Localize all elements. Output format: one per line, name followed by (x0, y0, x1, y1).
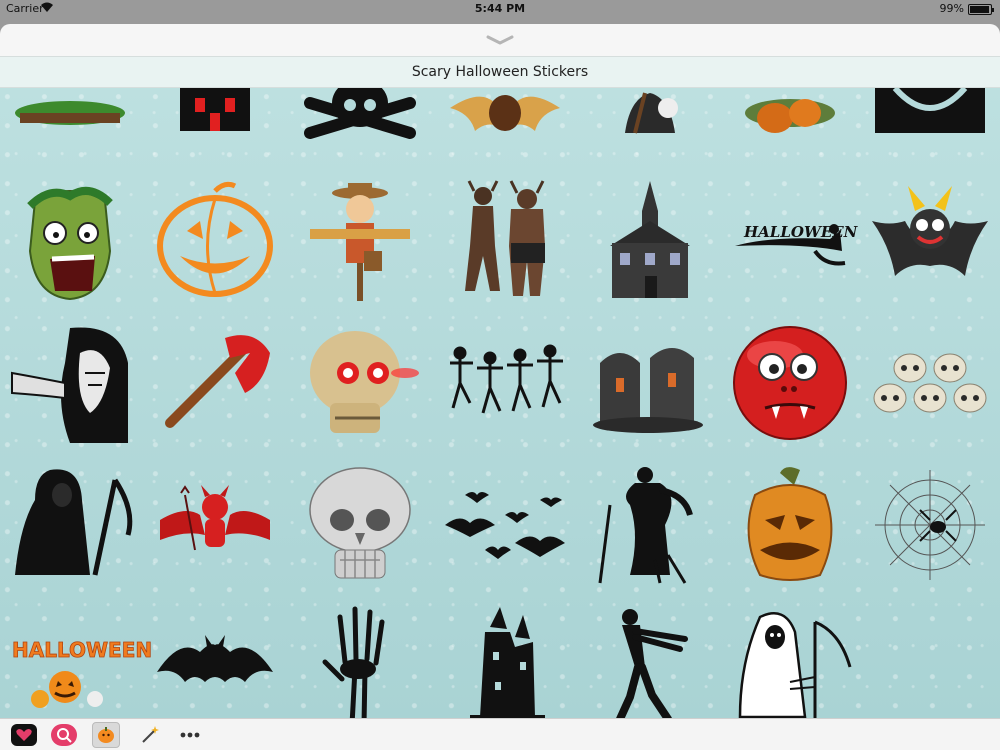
battery-percent: 99% (939, 2, 964, 15)
sticker-scarecrow[interactable] (295, 176, 425, 306)
battery-icon (968, 4, 994, 15)
haunted-house-icon (180, 88, 250, 131)
svg-text:HALLOWEEN: HALLOWEEN (743, 223, 859, 241)
cartoon-bat-icon (872, 186, 988, 276)
sticker-pumpkin-pile[interactable] (725, 88, 855, 138)
app-drawer-item-search[interactable] (50, 722, 78, 748)
app-drawer-item-more[interactable] (176, 722, 204, 748)
sticker-skull-crossbones[interactable] (295, 88, 425, 139)
happy-halloween-sign-icon: HALLOWEEN (12, 638, 153, 708)
ghoul-woman-icon (11, 327, 128, 443)
sticker-bat-silhouette[interactable] (150, 602, 280, 718)
tombstones-icon (593, 348, 703, 433)
sticker-grim-reaper[interactable] (5, 460, 135, 590)
sticker-reaper-sketch[interactable] (725, 602, 855, 718)
skull-crossbones-icon (304, 88, 416, 139)
sticker-red-devil[interactable] (150, 460, 280, 590)
sticker-black-cat[interactable] (865, 88, 995, 138)
reaper-sketch-icon (738, 612, 852, 718)
clock: 5:44 PM (474, 2, 526, 15)
angry-pumpkin-icon (747, 467, 833, 581)
sticker-axe[interactable] (150, 318, 280, 448)
skull-icon (309, 467, 411, 579)
pumpkin-pile-icon (745, 99, 835, 133)
scarecrow-icon (310, 183, 410, 301)
sticker-skull[interactable] (295, 460, 425, 590)
sticker-haunted-house[interactable] (150, 88, 280, 138)
zombie-silhouette-icon (598, 467, 693, 584)
pumpkin-icon (98, 727, 114, 743)
walking-zombie-icon (616, 609, 688, 718)
sticker-dancing-skeletons[interactable] (440, 318, 570, 448)
halloween-witch-banner-icon: HALLOWEEN (735, 223, 859, 266)
magic-wand-icon (142, 726, 159, 743)
bat-icon (450, 95, 560, 131)
sticker-ghoul-woman[interactable] (5, 318, 135, 448)
sticker-tombstones[interactable] (585, 318, 715, 448)
axe-icon (165, 335, 270, 428)
svg-text:HALLOWEEN: HALLOWEEN (12, 638, 152, 662)
red-devil-icon (160, 485, 270, 551)
haunted-house-icon (610, 181, 690, 298)
status-bar: Carrier 5:44 PM 99% (0, 0, 1000, 18)
sticker-angry-pumpkin[interactable] (725, 460, 855, 590)
spider-web-icon (875, 470, 985, 580)
sheet-title: Scary Halloween Stickers (0, 56, 1000, 88)
glowing-skull-icon (310, 331, 419, 433)
sticker-witch[interactable] (585, 88, 715, 138)
haunted-castle-icon (470, 607, 545, 718)
sticker-zombie-head[interactable] (5, 176, 135, 306)
bats-icon (445, 492, 565, 559)
sticker-sheet: Scary Halloween Stickers HALLOWEEN HALLO… (0, 24, 1000, 750)
more-icon (180, 732, 200, 738)
app-drawer-item-wand[interactable] (136, 722, 164, 748)
app-drawer-item-heart[interactable] (10, 722, 38, 748)
bat-silhouette-icon (157, 635, 273, 682)
grim-reaper-silhouette-icon (15, 469, 133, 576)
sticker-happy-halloween[interactable]: HALLOWEEN (5, 602, 153, 718)
sticker-skeleton-hand[interactable] (295, 602, 425, 718)
heart-icon (11, 724, 37, 746)
witch-icon (625, 92, 678, 134)
swamp-ground-icon (15, 101, 125, 125)
sticker-swamp[interactable] (5, 88, 135, 138)
sticker-spider-web[interactable] (865, 460, 995, 590)
sticker-skull-pile[interactable] (865, 318, 995, 448)
sticker-grid: HALLOWEEN HALLOWEEN (0, 88, 1000, 718)
jack-o-lantern-outline-icon (157, 181, 273, 297)
app-drawer (0, 718, 1000, 750)
skull-pile-icon (873, 353, 987, 413)
sticker-jack-o-lantern[interactable] (150, 176, 280, 306)
sticker-demons[interactable] (440, 176, 570, 306)
sticker-glowing-skull[interactable] (295, 318, 425, 448)
black-cat-icon (875, 88, 985, 133)
sticker-haunted-mansion[interactable] (585, 176, 715, 306)
sticker-halloween-banner[interactable]: HALLOWEEN (725, 176, 859, 306)
sticker-red-vampire-face[interactable] (725, 318, 855, 448)
skeleton-hand-icon (322, 606, 385, 718)
app-drawer-item-pumpkin[interactable] (92, 722, 120, 748)
demons-icon (465, 180, 545, 296)
sticker-cartoon-bat[interactable] (865, 176, 995, 306)
sticker-zombie-silhouette[interactable] (585, 460, 715, 590)
sticker-walking-zombie[interactable] (585, 602, 715, 718)
dancing-skeletons-icon (450, 344, 563, 414)
search-icon (51, 724, 77, 746)
red-vampire-face-icon (733, 326, 847, 440)
collapse-chevron-icon[interactable] (484, 32, 516, 46)
sticker-bats[interactable] (440, 460, 570, 590)
sticker-haunted-castle[interactable] (440, 602, 570, 718)
zombie-head-icon (27, 186, 113, 301)
sticker-bat[interactable] (440, 88, 570, 138)
